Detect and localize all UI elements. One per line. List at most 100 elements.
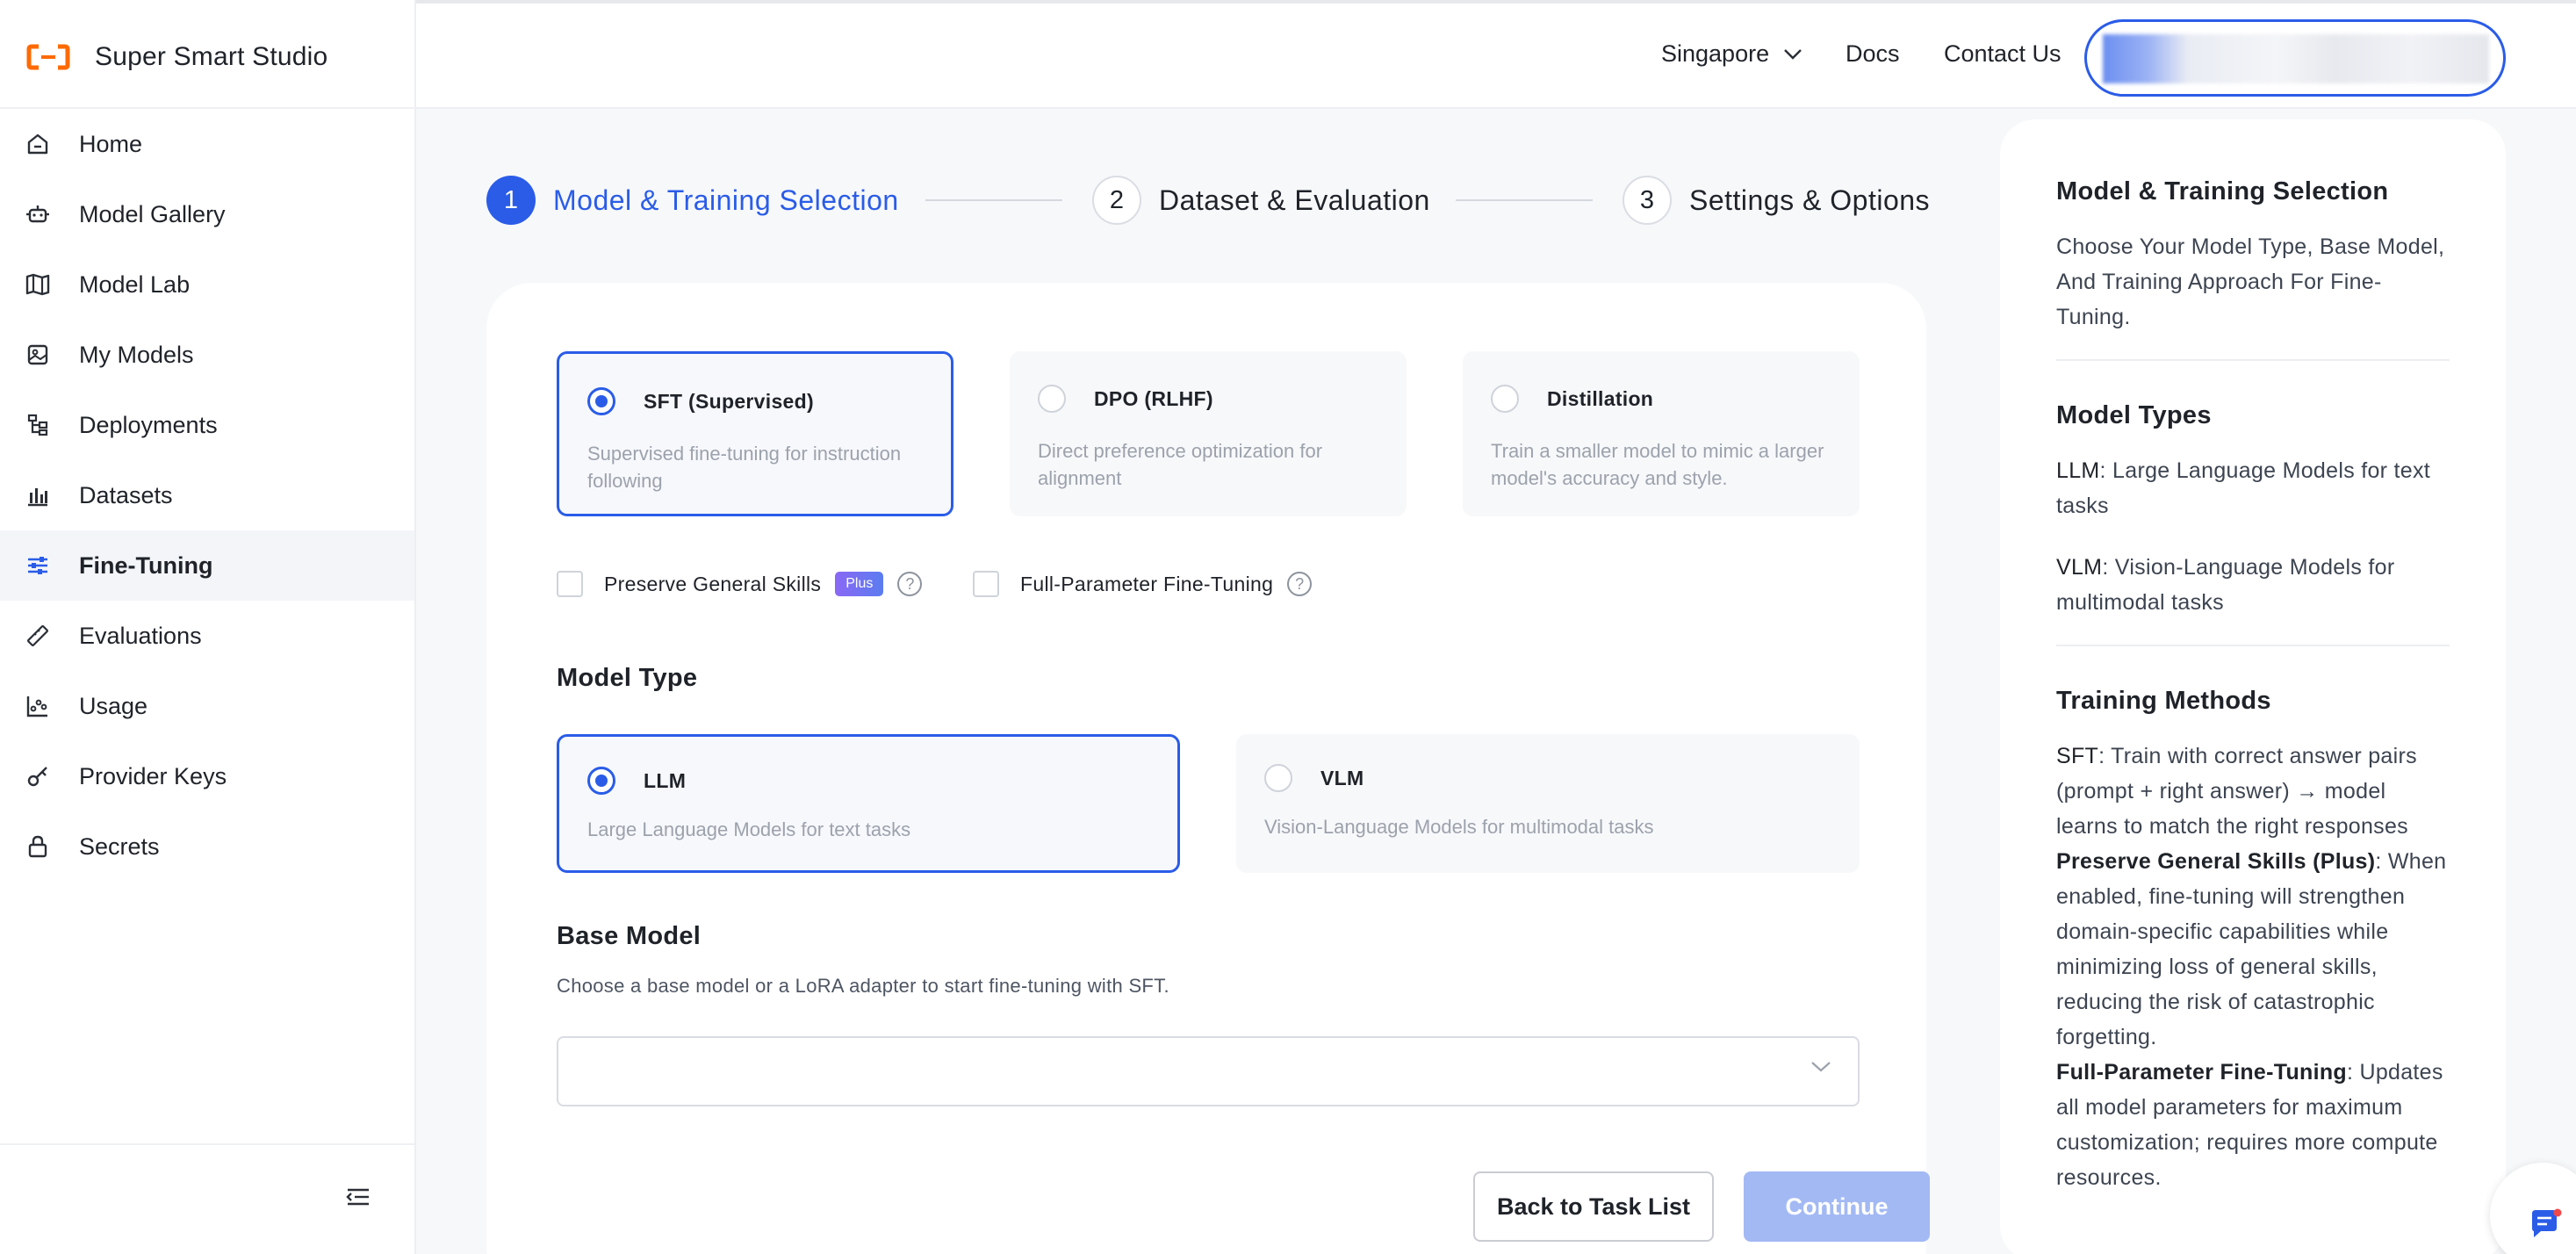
base-model-select[interactable]: [557, 1036, 1860, 1106]
usage-chart-icon: [23, 691, 53, 721]
step-2[interactable]: 2 Dataset & Evaluation: [1092, 174, 1430, 227]
sidebar-item-label: Deployments: [79, 411, 218, 438]
sidebar: Super Smart Studio Home Model Gallery Mo…: [0, 0, 416, 1254]
help-text-vlm: VLM: Vision-Language Models for multimod…: [2056, 550, 2450, 620]
form-card: SFT (Supervised) Supervised fine-tuning …: [486, 283, 1930, 1254]
brand[interactable]: Super Smart Studio: [26, 35, 327, 79]
ruler-icon: [23, 621, 53, 651]
help-text-full-param: Full-Parameter Fine-Tuning: Updates all …: [2056, 1055, 2450, 1195]
sidebar-item-label: Model Lab: [79, 270, 191, 298]
sidebar-item-evaluations[interactable]: Evaluations: [0, 601, 414, 671]
brand-logo-icon: [26, 44, 70, 70]
full-parameter-checkbox[interactable]: [973, 571, 999, 597]
definition: : Train with correct answer pairs (promp…: [2056, 744, 2417, 839]
step-3[interactable]: 3 Settings & Options: [1623, 174, 1930, 227]
step-label: Dataset & Evaluation: [1159, 184, 1430, 216]
chevron-down-icon: [1810, 1061, 1831, 1082]
option-description: Supervised fine-tuning for instruction f…: [587, 443, 902, 492]
base-model-title: Base Model: [557, 922, 702, 950]
definition: : Large Language Models for text tasks: [2056, 458, 2431, 518]
user-avatar-redacted: [2103, 34, 2489, 83]
term: VLM: [2056, 555, 2103, 580]
sidebar-item-usage[interactable]: Usage: [0, 671, 414, 741]
user-account-button[interactable]: [2084, 19, 2506, 97]
chat-icon: [2529, 1208, 2564, 1244]
sidebar-item-label: My Models: [79, 341, 194, 368]
option-title: SFT (Supervised): [644, 389, 814, 413]
option-description: Large Language Models for text tasks: [587, 818, 911, 840]
option-description: Direct preference optimization for align…: [1038, 440, 1323, 489]
radio-button[interactable]: [1038, 385, 1066, 413]
help-panel: Model & Training Selection Choose Your M…: [2000, 119, 2506, 1254]
model-type-title: Model Type: [557, 664, 698, 692]
radio-button[interactable]: [1264, 764, 1292, 792]
help-text-sft: SFT: Train with correct answer pairs (pr…: [2056, 739, 2450, 844]
step-1[interactable]: 1 Model & Training Selection: [486, 174, 899, 227]
region-selector[interactable]: Singapore: [1661, 40, 1802, 68]
help-text-llm: LLM: Large Language Models for text task…: [2056, 453, 2450, 523]
collapse-sidebar-button[interactable]: [341, 1184, 376, 1214]
training-option-distillation[interactable]: Distillation Train a smaller model to mi…: [1463, 351, 1860, 516]
sidebar-item-home[interactable]: Home: [0, 109, 414, 179]
divider: [2056, 645, 2450, 646]
help-text: Choose Your Model Type, Base Model, And …: [2056, 234, 2445, 329]
help-section-title: Training Methods: [2056, 687, 2271, 715]
divider: [2056, 359, 2450, 361]
radio-button[interactable]: [1491, 385, 1519, 413]
sidebar-item-datasets[interactable]: Datasets: [0, 460, 414, 530]
collapse-menu-icon: [346, 1187, 371, 1211]
step-number: 2: [1092, 176, 1141, 225]
sidebar-item-fine-tuning[interactable]: Fine-Tuning: [0, 530, 414, 601]
help-icon[interactable]: ?: [1287, 572, 1313, 596]
sidebar-item-model-gallery[interactable]: Model Gallery: [0, 179, 414, 249]
lock-icon: [23, 832, 53, 861]
option-title: LLM: [644, 768, 687, 792]
sidebar-item-model-lab[interactable]: Model Lab: [0, 249, 414, 320]
back-to-task-list-button[interactable]: Back to Task List: [1473, 1171, 1714, 1242]
term: LLM: [2056, 458, 2100, 483]
continue-button[interactable]: Continue: [1744, 1171, 1930, 1242]
divider: [0, 1143, 414, 1145]
sidebar-item-label: Home: [79, 130, 143, 157]
step-number: 1: [486, 176, 536, 225]
preserve-general-skills-option: Preserve General Skills Plus ?: [557, 571, 923, 597]
option-description: Train a smaller model to mimic a larger …: [1491, 440, 1824, 489]
home-icon: [23, 129, 53, 159]
definition: : Vision-Language Models for multimodal …: [2056, 555, 2395, 615]
region-label: Singapore: [1661, 40, 1770, 67]
radio-button[interactable]: [587, 767, 615, 795]
sidebar-item-label: Provider Keys: [79, 762, 227, 789]
sidebar-item-label: Model Gallery: [79, 200, 226, 227]
training-option-dpo[interactable]: DPO (RLHF) Direct preference optimizatio…: [1010, 351, 1407, 516]
sidebar-item-label: Datasets: [79, 481, 173, 508]
full-parameter-option: Full-Parameter Fine-Tuning ?: [973, 571, 1313, 597]
training-option-sft[interactable]: SFT (Supervised) Supervised fine-tuning …: [557, 351, 953, 516]
plus-badge: Plus: [835, 572, 884, 596]
radio-button[interactable]: [587, 387, 615, 415]
docs-link[interactable]: Docs: [1846, 40, 1900, 68]
term: SFT: [2056, 744, 2099, 768]
sidebar-item-provider-keys[interactable]: Provider Keys: [0, 741, 414, 811]
model-type-llm[interactable]: LLM Large Language Models for text tasks: [557, 734, 1180, 873]
term: Full-Parameter Fine-Tuning: [2056, 1060, 2347, 1085]
sidebar-item-my-models[interactable]: My Models: [0, 320, 414, 390]
key-icon: [23, 761, 53, 791]
base-model-subtitle: Choose a base model or a LoRA adapter to…: [557, 975, 1169, 997]
sidebar-item-label: Evaluations: [79, 622, 202, 649]
top-header: Singapore Docs Contact Us: [416, 0, 2576, 109]
sidebar-nav: Home Model Gallery Model Lab My Models D…: [0, 109, 414, 882]
chevron-down-icon: [1783, 48, 1802, 61]
model-type-vlm[interactable]: VLM Vision-Language Models for multimoda…: [1236, 734, 1860, 873]
sidebar-item-secrets[interactable]: Secrets: [0, 811, 414, 882]
step-connector: [925, 199, 1062, 201]
contact-us-link[interactable]: Contact Us: [1944, 40, 2062, 68]
deployments-icon: [23, 410, 53, 440]
step-label: Model & Training Selection: [553, 184, 899, 216]
map-icon: [23, 270, 53, 299]
model-icon: [23, 340, 53, 370]
option-title: VLM: [1320, 766, 1364, 789]
help-icon[interactable]: ?: [897, 572, 923, 596]
preserve-general-skills-checkbox[interactable]: [557, 571, 583, 597]
step-number: 3: [1623, 176, 1672, 225]
sidebar-item-deployments[interactable]: Deployments: [0, 390, 414, 460]
